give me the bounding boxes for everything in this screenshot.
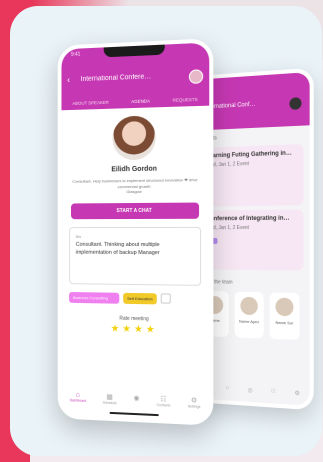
add-tag-checkbox[interactable] — [161, 294, 171, 304]
tag-list: Business Consulting Self Education — [69, 292, 201, 305]
avatar — [276, 298, 294, 317]
contacts-icon: ☷ — [160, 395, 166, 403]
nav-center[interactable]: ◉ — [134, 394, 140, 406]
avatar — [240, 297, 257, 315]
bio-box: Bio Consultant. Thinking about multiple … — [69, 227, 201, 286]
showcase-card: International Conf… Events Learning Futi… — [10, 6, 322, 456]
person-name: Name Sur — [275, 320, 293, 326]
back-arrow-icon[interactable]: ‹ — [67, 75, 70, 85]
tab-agenda[interactable]: AGENDA — [131, 98, 150, 104]
page-title: International Confere… — [81, 72, 179, 83]
event-card[interactable]: Conference of Integrating in… Wed, Jan 1… — [201, 209, 304, 270]
status-time: 9:41 — [71, 51, 80, 57]
tag-chip[interactable]: Self Education — [123, 293, 157, 305]
avatar[interactable] — [189, 69, 203, 84]
tab-about-speaker[interactable]: ABOUT SPEAKER — [72, 100, 109, 106]
profile-photo — [112, 115, 155, 160]
profile-description: Consultant. Help businesses to implement… — [71, 177, 199, 195]
tab-requests[interactable]: REQUESTS — [173, 97, 198, 103]
scan-icon: ◉ — [134, 394, 140, 402]
target-icon[interactable]: ◎ — [248, 387, 253, 394]
person-card[interactable]: Name Sur — [270, 292, 300, 340]
app-header: 9:41 ‹ International Confere… ABOUT SPEA… — [61, 42, 209, 110]
tag-chip[interactable]: Business Consulting — [69, 292, 119, 304]
start-chat-button[interactable]: START A CHAT — [71, 202, 199, 219]
nav-settings[interactable]: ⚙ Settings — [188, 396, 201, 409]
front-phone-mockup: 9:41 ‹ International Confere… ABOUT SPEA… — [58, 38, 214, 426]
bottom-nav: ⌂ Dashboard ▦ Schedule ◉ ☷ Contacts ⚙ Se… — [61, 391, 209, 409]
person-card[interactable]: Name Apex — [235, 292, 264, 339]
event-title: Conference of Integrating in… — [206, 216, 297, 223]
nav-contacts[interactable]: ☷ Contacts — [157, 395, 171, 408]
nav-schedule[interactable]: ▦ Schedule — [103, 393, 117, 406]
tab-bar: ABOUT SPEAKER AGENDA REQUESTS — [61, 96, 209, 106]
phone-notch — [104, 45, 165, 58]
star-rating[interactable]: ★★★★ — [61, 322, 209, 337]
bio-text: Consultant. Thinking about multiple impl… — [76, 242, 194, 257]
event-subtitle: Wed, Jan 1, 2 Event — [206, 159, 297, 168]
profile-name: Eilidh Gordon — [61, 165, 209, 174]
calendar-icon: ▦ — [106, 393, 112, 401]
nav-label: Schedule — [103, 401, 117, 406]
event-subtitle: Wed, Jan 1, 2 Event — [206, 225, 297, 231]
profile-location: Glasgow — [126, 189, 141, 194]
gear-icon: ⚙ — [191, 396, 197, 404]
gear-icon[interactable]: ⚙ — [294, 390, 299, 397]
circle-icon[interactable]: ○ — [226, 385, 229, 392]
nav-label: Settings — [188, 404, 201, 409]
avatar[interactable] — [289, 97, 301, 110]
home-indicator — [110, 412, 159, 416]
nav-label: Contacts — [157, 403, 171, 408]
square-icon[interactable]: □ — [272, 388, 276, 395]
nav-dashboard[interactable]: ⌂ Dashboard — [70, 391, 86, 404]
event-title: Learning Futing Gathering in… — [206, 150, 297, 159]
profile-description-text: Consultant. Help businesses to implement… — [72, 177, 197, 189]
person-name: Name Apex — [239, 319, 259, 325]
event-card[interactable]: Learning Futing Gathering in… Wed, Jan 1… — [201, 144, 304, 207]
nav-label: Dashboard — [70, 398, 86, 403]
bio-label: Bio — [76, 234, 194, 240]
